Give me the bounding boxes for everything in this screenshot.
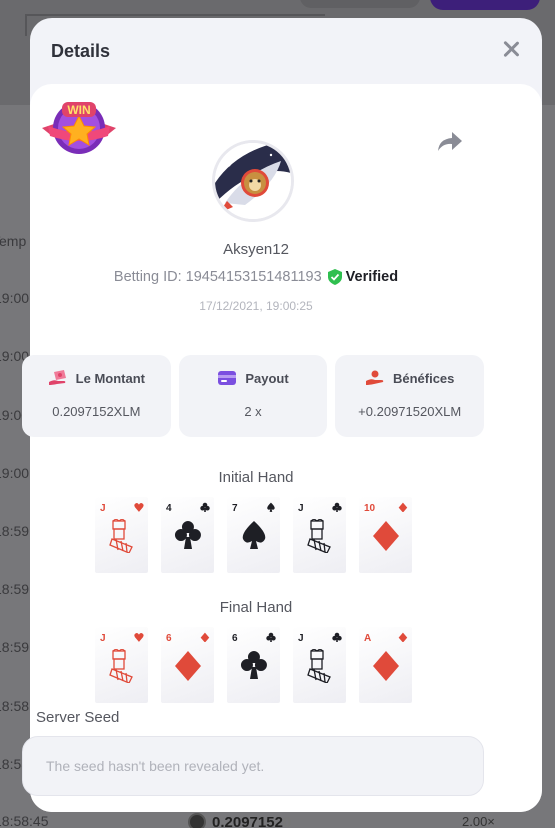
card-rank: 4: [166, 503, 172, 514]
username: Aksyen12: [223, 241, 289, 258]
verified-label: Verified: [345, 269, 399, 285]
playing-card: J: [293, 627, 346, 703]
background-amount-faded: 0: [282, 813, 292, 828]
stat-card-payout: Payout 2 x: [178, 355, 328, 437]
stat-value-payout: 2 x: [244, 404, 262, 419]
diamonds-suit-icon: [200, 632, 210, 642]
jack-figure-icon: [109, 519, 133, 553]
spades-large-icon: [242, 521, 266, 549]
background-bottom-time: 18:58:45: [0, 813, 49, 828]
card-rank: 7: [232, 503, 238, 514]
final-hand-label: Final Hand: [219, 599, 293, 616]
verified-badge: Verified: [327, 269, 399, 285]
diamonds-large-icon: [175, 651, 201, 681]
jack-figure-icon: [109, 649, 133, 683]
card-payout-icon: [218, 371, 237, 385]
close-icon[interactable]: [502, 40, 520, 58]
modal-header: Details: [30, 18, 542, 84]
diamonds-suit-icon: [398, 632, 408, 642]
stat-card-amount: Le Montant 0.2097152XLM: [22, 355, 171, 437]
betting-id: Betting ID: 19454153151481193: [113, 269, 322, 285]
share-arrow-icon[interactable]: [438, 132, 462, 152]
money-hand-icon: [48, 370, 66, 385]
hearts-suit-icon: [134, 503, 144, 512]
background-bottom-multiplier: 2.00×: [462, 814, 495, 828]
stat-cards: Le Montant 0.2097152XLM Payout 2 x Bénéf…: [22, 355, 485, 437]
card-rank: 6: [166, 633, 172, 644]
profit-hand-icon: [365, 370, 384, 385]
server-seed-label: Server Seed: [36, 709, 120, 726]
diamonds-large-icon: [373, 651, 399, 681]
card-rank: J: [100, 633, 106, 644]
betting-id-row: Betting ID: 19454153151481193 Verified: [0, 269, 512, 285]
initial-hand-cards: J 4 7 J 10: [95, 497, 412, 573]
jack-figure-icon: [307, 649, 331, 683]
hearts-suit-icon: [134, 633, 144, 642]
final-hand-cards: J 6 6 J A: [95, 627, 412, 703]
playing-card: 6: [161, 627, 214, 703]
background-row-time: 18:59:: [0, 523, 33, 539]
background-row-time: 18:59:: [0, 581, 33, 597]
server-seed-field[interactable]: [22, 736, 484, 796]
card-rank: J: [298, 503, 304, 514]
card-rank: A: [364, 633, 372, 644]
stat-label-profit: Bénéfices: [392, 370, 455, 386]
win-badge-text: WIN: [67, 103, 90, 117]
background-amount-value: 0.2097152: [212, 813, 283, 828]
win-badge-icon: WIN: [42, 102, 116, 154]
background-bottom-amount: 0.20971520: [188, 813, 291, 828]
initial-hand-label: Initial Hand: [218, 469, 294, 486]
diamonds-suit-icon: [398, 502, 408, 512]
modal-title: Details: [51, 41, 111, 61]
clubs-large-icon: [174, 521, 201, 549]
background-pill: [300, 0, 420, 8]
clubs-suit-icon: [332, 502, 342, 512]
playing-card: J: [95, 627, 148, 703]
playing-card: J: [293, 497, 346, 573]
stat-label-amount: Le Montant: [75, 370, 145, 386]
jack-figure-icon: [307, 519, 331, 553]
card-rank: 6: [232, 633, 238, 644]
playing-card: 7: [227, 497, 280, 573]
card-rank: J: [298, 633, 304, 644]
avatar: [212, 140, 294, 222]
background-purple-button: [430, 0, 540, 10]
card-rank: 10: [364, 503, 376, 514]
coin-icon: [188, 813, 206, 828]
shield-check-icon: [327, 269, 342, 285]
playing-card: 4: [161, 497, 214, 573]
card-rank: J: [100, 503, 106, 514]
stat-card-profit: Bénéfices +0.20971520XLM: [335, 355, 485, 437]
diamonds-large-icon: [373, 521, 399, 551]
spades-suit-icon: [267, 502, 275, 512]
background-row-time: 18:59:: [0, 639, 33, 655]
clubs-suit-icon: [200, 502, 210, 512]
playing-card: 6: [227, 627, 280, 703]
playing-card: A: [359, 627, 412, 703]
clubs-suit-icon: [332, 632, 342, 642]
playing-card: J: [95, 497, 148, 573]
bet-timestamp: 17/12/2021, 19:00:25: [199, 299, 313, 313]
playing-card: 10: [359, 497, 412, 573]
stat-value-amount: 0.2097152XLM: [52, 404, 141, 419]
stat-value-profit: +0.20971520XLM: [358, 404, 462, 419]
clubs-suit-icon: [266, 632, 276, 642]
stat-label-payout: Payout: [245, 370, 289, 386]
rocket-doge-avatar-icon: [215, 143, 291, 219]
clubs-large-icon: [240, 651, 267, 679]
background-row-time: 18:58:: [0, 698, 33, 714]
